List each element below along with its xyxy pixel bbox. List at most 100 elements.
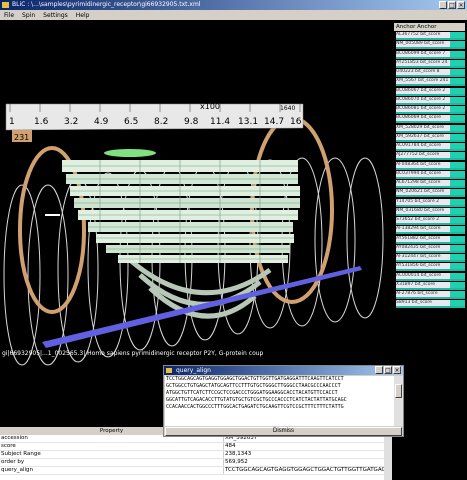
list-item[interactable]: AY531856 bit_score xyxy=(394,263,465,272)
table-row[interactable]: Subject Range 238,1343 xyxy=(0,451,392,459)
list-item[interactable]: AF048364 bit_score xyxy=(394,161,465,171)
list-item[interactable]: AF138294 bit_score xyxy=(394,226,465,235)
list-item[interactable]: S73652 bit_score 2 xyxy=(394,217,465,226)
dialog-controls: _ □ × xyxy=(375,366,401,374)
teal-strip xyxy=(396,56,465,59)
teal-strip xyxy=(396,297,465,299)
ruler-tick: 1.6 xyxy=(34,117,49,127)
list-item[interactable]: AF27876 bit_score xyxy=(394,291,465,300)
ruler-tick: 11.4 xyxy=(210,117,230,127)
dialog-title: query_align xyxy=(176,367,211,374)
teal-strip xyxy=(396,75,465,77)
property-scrollbar[interactable] xyxy=(384,435,392,480)
list-item[interactable]: NM_020621 bit_score xyxy=(394,189,465,198)
table-row[interactable]: order by 569,952 xyxy=(0,459,392,467)
maximize-icon[interactable]: □ xyxy=(448,1,456,9)
list-item[interactable]: S8913 bit_score xyxy=(394,300,465,309)
teal-strip xyxy=(396,84,465,87)
dialog-titlebar: query_align _ □ × xyxy=(164,366,403,375)
teal-strip xyxy=(396,269,465,272)
anchor-list[interactable]: AL367752 bit_score NM_005089 bit_score B… xyxy=(394,32,465,310)
ruler-tick: 13.1 xyxy=(238,117,258,127)
anchor-panel-header: Anchor Anchor xyxy=(394,23,465,31)
ruler-tick: 8.2 xyxy=(154,117,168,127)
list-item[interactable]: BC086070 bit_score 2 xyxy=(394,96,465,106)
teal-strip xyxy=(396,250,465,253)
list-item[interactable]: AY251853 bit_score 24 xyxy=(394,59,465,69)
minimize-icon[interactable]: _ xyxy=(439,1,447,9)
list-item[interactable]: BC086067 bit_score 2 xyxy=(394,87,465,97)
teal-strip xyxy=(396,306,465,309)
scrollbar-thumb[interactable] xyxy=(395,384,402,398)
list-item[interactable]: BC037994 bit_score xyxy=(394,170,465,180)
ruler-tick: 6.5 xyxy=(124,117,138,127)
property-value: 569,952 xyxy=(225,459,248,465)
table-row[interactable]: score 484 xyxy=(0,443,392,451)
list-item[interactable]: AC000014 bit_score xyxy=(394,272,465,282)
list-item[interactable]: AY082435 bit_score xyxy=(394,244,465,254)
close-icon[interactable]: × xyxy=(457,1,465,9)
list-item[interactable]: BC086081 bit_score 2 xyxy=(394,106,465,115)
list-item[interactable]: XM_528029 bit_score xyxy=(394,124,465,134)
teal-strip xyxy=(396,158,465,161)
teal-strip xyxy=(396,149,465,151)
teal-strip xyxy=(396,167,465,170)
list-item[interactable]: AY561882 bit_score xyxy=(394,235,465,245)
minimize-icon[interactable]: _ xyxy=(375,366,383,374)
menu-help[interactable]: Help xyxy=(76,12,90,19)
teal-strip xyxy=(396,65,465,68)
dismiss-button[interactable]: Dismiss xyxy=(165,427,402,436)
alignment-text-area[interactable]: TCCTGGCAGCAGTGAGGTGGAGCTGGACTGTTGGTTGATG… xyxy=(165,376,394,426)
teal-strip xyxy=(396,176,465,179)
maximize-icon[interactable]: □ xyxy=(384,366,392,374)
menu-file[interactable]: File xyxy=(4,12,14,19)
ruler-end-label: 1640 xyxy=(280,105,295,112)
teal-strip xyxy=(396,139,465,142)
list-item[interactable]: XM_592637 bit_score xyxy=(394,133,465,143)
menu-settings[interactable]: Settings xyxy=(43,12,68,19)
window-title: BLiC : \...\samples\pyrimidinergic_recep… xyxy=(12,1,201,8)
ruler-tick: 14.7 xyxy=(264,117,284,127)
list-item[interactable]: Y14705 bit_score 2 xyxy=(394,198,465,208)
teal-strip xyxy=(396,186,465,188)
close-icon[interactable]: × xyxy=(393,366,401,374)
list-item[interactable]: X31897 bit_score xyxy=(394,281,465,291)
list-item[interactable]: BC086099 bit_score 7 xyxy=(394,50,465,60)
list-item[interactable]: BC086069 bit_score xyxy=(394,115,465,124)
alignment-line: TCCTGGCAGCAGTGAGGTGGAGCTGGACTGTTGGTTGATG… xyxy=(166,376,344,382)
window-titlebar: BLiC : \...\samples\pyrimidinergic_recep… xyxy=(0,0,467,10)
alignment-line: GGCATTGTCAGACACCTTGTATGTGCTGTCGCTGCCCACC… xyxy=(166,397,347,403)
dialog-scrollbar[interactable] xyxy=(394,376,403,426)
list-item[interactable]: AC091784 bit_score xyxy=(394,143,465,152)
teal-strip xyxy=(396,102,465,105)
teal-strip xyxy=(396,260,465,262)
property-value: TCCTGGCAGCAGTGAGGTGGAGCTGGACTGTTGGTTGATG… xyxy=(225,467,392,473)
teal-strip xyxy=(396,38,465,40)
app-icon xyxy=(2,2,9,8)
teal-strip xyxy=(396,47,465,50)
list-item[interactable]: AL671298 bit_score xyxy=(394,180,465,189)
teal-strip xyxy=(396,278,465,281)
teal-strip xyxy=(396,204,465,207)
property-key: score xyxy=(0,443,224,450)
property-value: 238,1343 xyxy=(225,451,252,457)
teal-strip xyxy=(396,287,465,290)
query-align-dialog: query_align _ □ × TCCTGGCAGCAGTGAGGTGGAG… xyxy=(163,365,404,437)
highlight-segment xyxy=(104,149,156,157)
ruler: x100 1640 1 1.6 3.2 4.9 6.5 8.2 9.8 11.4… xyxy=(5,102,304,142)
list-item[interactable]: XM_5567 bit_score 241 xyxy=(394,78,465,87)
property-key: Subject Range xyxy=(0,451,224,458)
property-key: query_align xyxy=(0,467,224,474)
teal-strip xyxy=(396,130,465,133)
table-row[interactable]: query_align TCCTGGCAGCAGTGAGGTGGAGCTGGACT… xyxy=(0,467,392,475)
list-item[interactable]: AJ277752 bit_score xyxy=(394,152,465,161)
menu-spin[interactable]: Spin xyxy=(22,12,35,19)
list-item[interactable]: NM_005089 bit_score xyxy=(394,41,465,50)
list-item[interactable]: NM_031680 bit_score xyxy=(394,207,465,217)
list-item[interactable]: AL367752 bit_score xyxy=(394,32,465,41)
list-item[interactable]: U40223 bit_score 8 xyxy=(394,69,465,78)
ruler-multiplier: x100 xyxy=(200,102,220,111)
alignment-line: GCTGGCCTGTGAGCTATGCAGTTCCTTTGTGCTGGGCTTG… xyxy=(166,383,341,389)
list-item[interactable]: AF312447 bit_score xyxy=(394,254,465,263)
property-key: order by xyxy=(0,459,224,466)
